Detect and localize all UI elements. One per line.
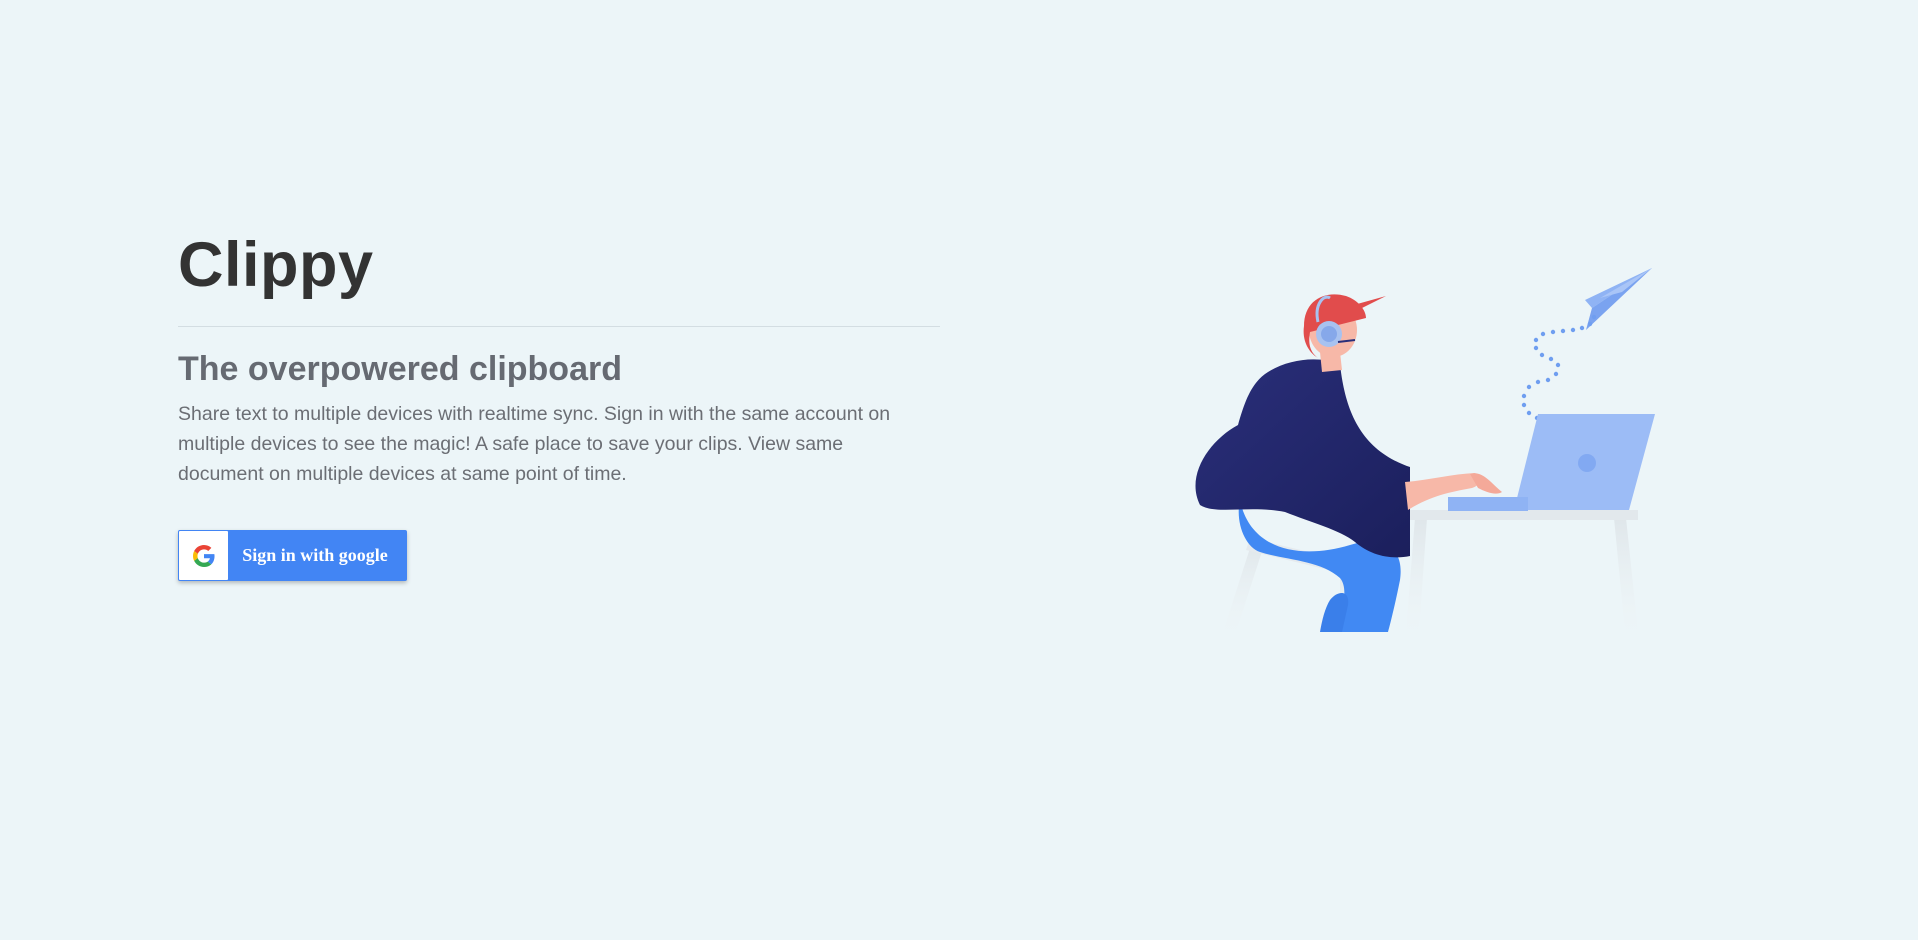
google-icon-box [179, 531, 228, 580]
hero-description: Share text to multiple devices with real… [178, 403, 891, 485]
sign-in-button-label: Sign in with google [242, 545, 388, 565]
laptop-icon [1448, 414, 1655, 511]
sign-in-with-google-button[interactable]: Sign in with google [178, 530, 407, 581]
hero-section: Clippy The overpowered clipboard Share t… [178, 228, 940, 581]
hero-subtitle: The overpowered clipboard [178, 350, 622, 388]
person-torso [1195, 359, 1410, 558]
google-icon [192, 544, 215, 567]
dotted-trail [1521, 314, 1597, 421]
table [1398, 510, 1638, 632]
paper-plane-icon [1585, 268, 1652, 330]
landing-page: Clippy The overpowered clipboard Share t… [0, 0, 1918, 940]
title-divider [178, 326, 940, 327]
app-title: Clippy [178, 230, 374, 300]
person-at-laptop-illustration [1195, 268, 1655, 632]
